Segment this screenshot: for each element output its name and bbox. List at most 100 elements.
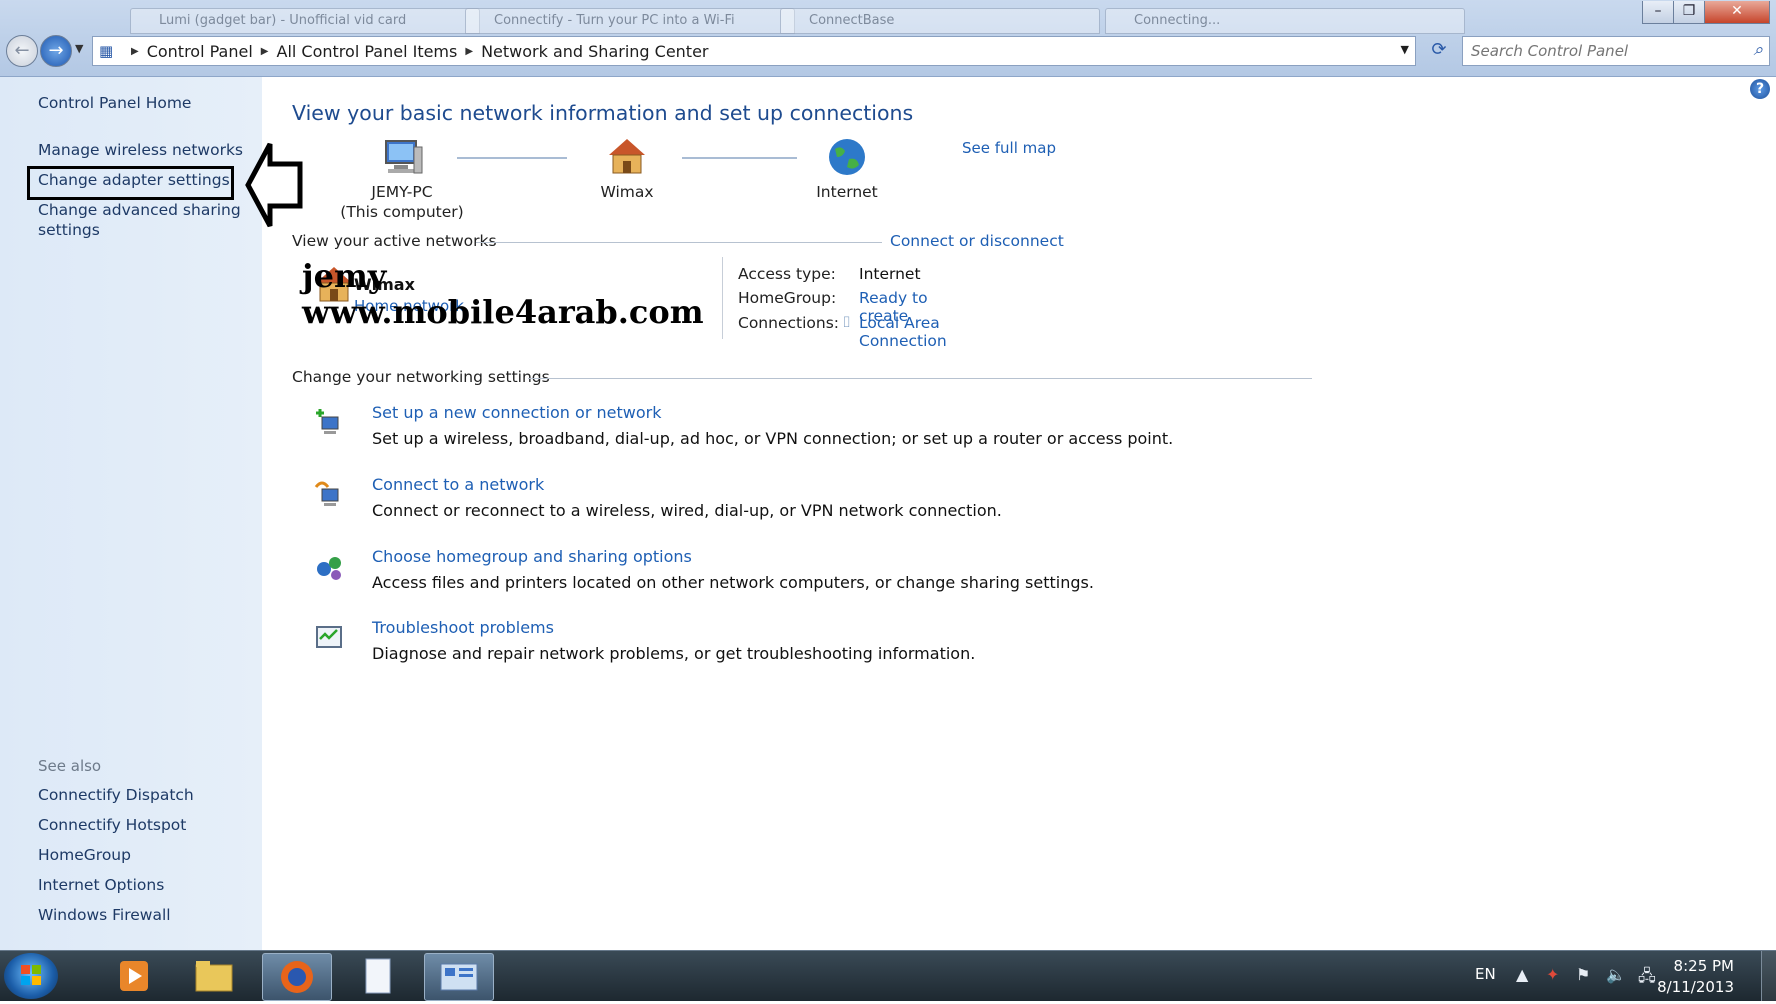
- task-description: Connect or reconnect to a wireless, wire…: [372, 501, 1002, 520]
- sidebar-item-manage-wireless[interactable]: Manage wireless networks: [38, 141, 243, 159]
- map-node-internet[interactable]: Internet: [782, 137, 912, 202]
- see-also-heading: See also: [38, 757, 102, 775]
- map-node-network[interactable]: Wimax: [562, 137, 692, 202]
- taskbar-firefox[interactable]: [262, 953, 332, 1001]
- network-name: Wimax: [600, 183, 654, 201]
- taskbar-control-panel[interactable]: [424, 953, 494, 1001]
- sidebar-item-connectify-dispatch[interactable]: Connectify Dispatch: [38, 786, 194, 804]
- homegroup-label: HomeGroup:: [738, 289, 837, 307]
- computer-name: JEMY-PC: [371, 183, 433, 201]
- volume-icon[interactable]: 🔈: [1606, 965, 1626, 984]
- internet-label: Internet: [816, 183, 878, 201]
- access-type-label: Access type:: [738, 265, 836, 283]
- breadcrumb-network-center[interactable]: Network and Sharing Center: [481, 42, 708, 61]
- task-description: Access files and printers located on oth…: [372, 573, 1094, 592]
- taskbar-document[interactable]: [344, 953, 412, 999]
- map-node-computer[interactable]: JEMY-PC (This computer): [332, 137, 472, 222]
- background-tab[interactable]: ConnectBase: [780, 8, 1100, 34]
- globe-icon: [829, 139, 865, 175]
- taskbar: EN ▲ ✦ ⚑ 🔈 🖧 8:25 PM 8/11/2013: [0, 950, 1776, 1001]
- connections-label: Connections:: [738, 314, 839, 332]
- sidebar-item-internet-options[interactable]: Internet Options: [38, 876, 164, 894]
- sidebar-item-connectify-hotspot[interactable]: Connectify Hotspot: [38, 816, 186, 834]
- divider: [476, 242, 882, 243]
- show-desktop-button[interactable]: [1761, 951, 1776, 1001]
- taskbar-explorer[interactable]: [180, 953, 248, 999]
- forward-button[interactable]: →: [40, 35, 72, 67]
- network-tray-icon[interactable]: 🖧: [1638, 965, 1656, 992]
- connect-disconnect-link[interactable]: Connect or disconnect: [890, 232, 1064, 250]
- arrow-left-icon: ←: [14, 40, 30, 61]
- chevron-right-icon[interactable]: ▶: [261, 46, 269, 57]
- computer-icon: [385, 140, 423, 174]
- active-networks-heading: View your active networks: [292, 232, 497, 250]
- networking-settings-heading: Change your networking settings: [292, 368, 550, 386]
- task-title[interactable]: Connect to a network: [372, 475, 544, 494]
- background-tabs: Lumi (gadget bar) - Unofficial vid card …: [120, 4, 1465, 34]
- breadcrumb-all-items[interactable]: All Control Panel Items: [277, 42, 458, 61]
- show-hidden-icons-icon[interactable]: ▲: [1516, 965, 1528, 984]
- search-box[interactable]: ⌕: [1462, 36, 1770, 66]
- chevron-down-icon[interactable]: ▼: [1401, 43, 1409, 56]
- task-description: Set up a wireless, broadband, dial-up, a…: [372, 429, 1174, 448]
- address-bar[interactable]: ▦ ▶ Control Panel ▶ All Control Panel It…: [92, 36, 1416, 66]
- refresh-button[interactable]: ⟳: [1424, 36, 1454, 64]
- sidebar-item-advanced-sharing-cont[interactable]: settings: [38, 221, 100, 239]
- task-title[interactable]: Choose homegroup and sharing options: [372, 547, 692, 566]
- recent-pages-dropdown[interactable]: ▼: [75, 42, 83, 55]
- divider: [722, 257, 723, 339]
- annotation-highlight-box: [27, 166, 234, 200]
- task-description: Diagnose and repair network problems, or…: [372, 644, 976, 663]
- background-tab[interactable]: Connecting...: [1105, 8, 1465, 34]
- taskbar-media-player[interactable]: [100, 953, 168, 999]
- sidebar: Control Panel Home Manage wireless netwo…: [0, 77, 262, 950]
- firefox-icon: [281, 961, 313, 993]
- sidebar-item-homegroup[interactable]: HomeGroup: [38, 846, 131, 864]
- local-area-connection-link[interactable]: Local Area Connection: [859, 314, 947, 350]
- connect-network-icon: [314, 481, 339, 506]
- window-chrome: Lumi (gadget bar) - Unofficial vid card …: [0, 0, 1776, 77]
- back-button[interactable]: ←: [6, 35, 38, 67]
- control-panel-icon: [440, 963, 478, 991]
- help-icon[interactable]: ?: [1750, 79, 1770, 99]
- watermark-url: www.mobile4arab.com: [302, 293, 704, 331]
- refresh-icon: ⟳: [1431, 39, 1447, 60]
- task-title[interactable]: Set up a new connection or network: [372, 403, 661, 422]
- main-content: ? View your basic network information an…: [262, 77, 1776, 950]
- chevron-right-icon[interactable]: ▶: [131, 46, 139, 57]
- chevron-right-icon[interactable]: ▶: [465, 46, 473, 57]
- sidebar-item-advanced-sharing[interactable]: Change advanced sharing: [38, 201, 241, 219]
- task-title[interactable]: Troubleshoot problems: [372, 618, 554, 637]
- search-icon[interactable]: ⌕: [1753, 40, 1763, 60]
- document-icon: [365, 958, 391, 994]
- watermark-text: jemy: [302, 257, 387, 295]
- clock-date[interactable]: 8/11/2013: [1657, 978, 1734, 996]
- troubleshoot-icon: [316, 626, 342, 648]
- ethernet-icon: ⌷: [842, 313, 852, 331]
- see-full-map-link[interactable]: See full map: [962, 139, 1056, 157]
- background-tab[interactable]: Lumi (gadget bar) - Unofficial vid card: [130, 8, 480, 34]
- computer-subtitle: (This computer): [340, 203, 464, 221]
- clock-time[interactable]: 8:25 PM: [1674, 957, 1734, 975]
- access-type-value: Internet: [859, 265, 921, 283]
- divider: [528, 378, 1312, 379]
- breadcrumb-control-panel[interactable]: Control Panel: [147, 42, 253, 61]
- arrow-right-icon: →: [48, 40, 64, 61]
- new-connection-icon: [316, 409, 339, 434]
- minimize-button[interactable]: –: [1642, 1, 1674, 24]
- close-button[interactable]: ✕: [1704, 1, 1770, 24]
- language-indicator[interactable]: EN: [1475, 965, 1496, 983]
- start-button[interactable]: [4, 953, 58, 999]
- sidebar-item-control-panel-home[interactable]: Control Panel Home: [38, 94, 191, 112]
- map-link-line: [457, 157, 567, 159]
- media-player-icon: [120, 961, 148, 991]
- homegroup-icon: [317, 557, 341, 580]
- background-tab[interactable]: Connectify - Turn your PC into a Wi-Fi: [465, 8, 795, 34]
- connectify-tray-icon[interactable]: ✦: [1546, 965, 1559, 984]
- folder-icon: [195, 961, 233, 992]
- sidebar-item-windows-firewall[interactable]: Windows Firewall: [38, 906, 171, 924]
- maximize-button[interactable]: ❐: [1673, 1, 1705, 24]
- windows-logo-icon: [21, 965, 41, 985]
- action-center-flag-icon[interactable]: ⚑: [1576, 965, 1590, 984]
- search-input[interactable]: [1463, 37, 1733, 65]
